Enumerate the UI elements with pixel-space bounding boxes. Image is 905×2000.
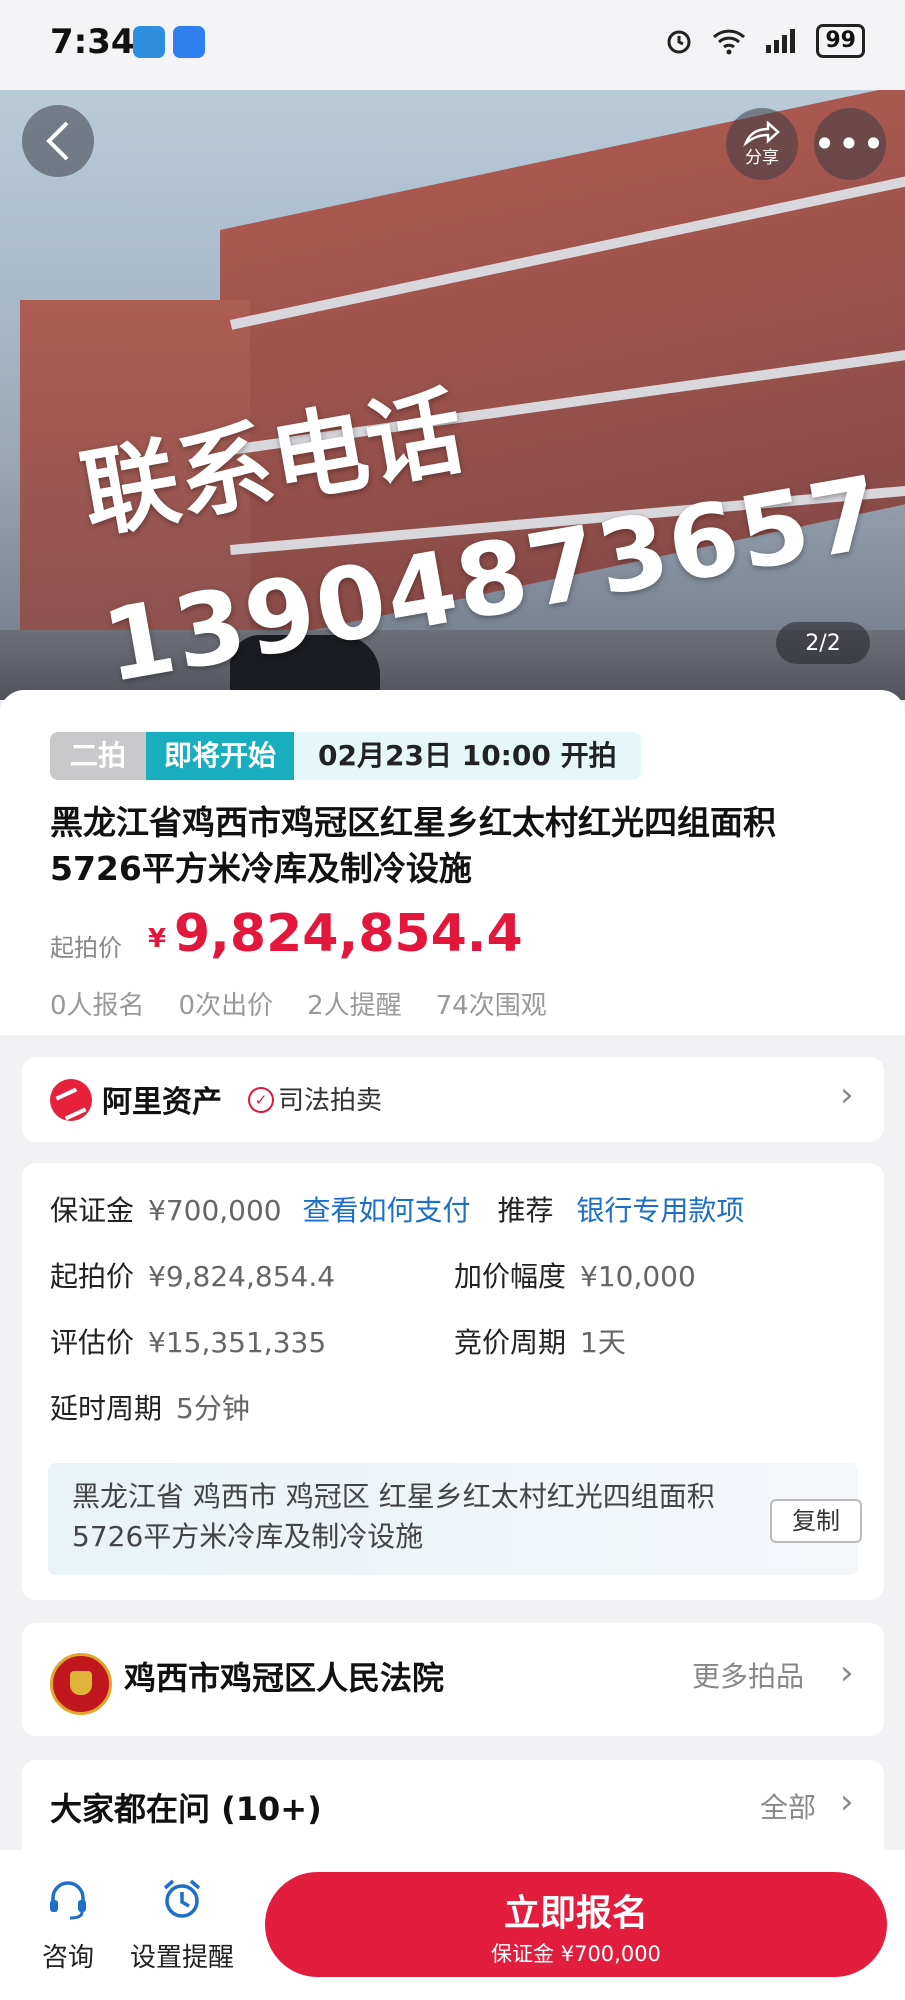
auction-title: 黑龙江省鸡西市鸡冠区红星乡红太村红光四组面积5726平方米冷库及制冷设施 xyxy=(50,803,776,888)
address-text: 黑龙江省 鸡西市 鸡冠区 红星乡红太村红光四组面积5726平方米冷库及制冷设施 xyxy=(72,1480,715,1553)
share-label: 分享 xyxy=(745,147,779,168)
questions-title: 大家都在问 (10+) xyxy=(50,1790,322,1828)
bid-period-row: 竞价周期 1天 xyxy=(454,1321,626,1361)
chevron-right-icon: › xyxy=(840,1075,854,1115)
back-button[interactable] xyxy=(22,105,94,177)
appraisal-value: ¥15,351,335 xyxy=(148,1326,327,1359)
all-questions-link[interactable]: 全部 xyxy=(760,1786,816,1826)
bid-period-value: 1天 xyxy=(580,1326,626,1359)
more-items-link[interactable]: 更多拍品 xyxy=(692,1655,804,1695)
deposit-value: ¥700,000 xyxy=(148,1194,282,1227)
platform-badge: 司法拍卖 xyxy=(278,1086,383,1116)
appraisal-label: 评估价 xyxy=(50,1326,135,1359)
alarm-clock-icon xyxy=(163,1879,201,1918)
stat-reminders: 2人提醒 xyxy=(307,991,402,1021)
status-icons: 99 xyxy=(664,24,865,58)
increment-label: 加价幅度 xyxy=(454,1260,567,1293)
chevron-left-icon xyxy=(46,121,69,161)
weather-app-icon xyxy=(173,26,205,58)
currency-symbol: ¥ xyxy=(148,924,167,954)
browser-app-icon xyxy=(133,26,165,58)
alarm-icon xyxy=(667,30,691,54)
deposit-label: 保证金 xyxy=(50,1194,135,1227)
set-reminder-button[interactable]: 设置提醒 xyxy=(130,1876,234,1974)
extension-row: 延时周期 5分钟 xyxy=(50,1387,250,1427)
wifi-icon xyxy=(713,29,746,55)
platform-card[interactable]: 阿里资产 ✓ 司法拍卖 › xyxy=(22,1057,884,1142)
recommend-label: 推荐 xyxy=(497,1194,554,1227)
headset-icon xyxy=(50,1881,86,1920)
stat-signups: 0人报名 xyxy=(50,991,145,1021)
register-now-label: 立即报名 xyxy=(503,1893,648,1934)
start-time: 02月23日 10:00 开拍 xyxy=(294,732,641,780)
status-tag: 即将开始 xyxy=(146,732,295,780)
chevron-right-icon: › xyxy=(840,1653,854,1693)
how-to-pay-link[interactable]: 查看如何支付 xyxy=(303,1194,471,1227)
ali-assets-logo-icon xyxy=(50,1079,92,1121)
more-button[interactable]: ••• xyxy=(813,108,887,180)
stat-views: 74次围观 xyxy=(435,991,547,1021)
reminder-label: 设置提醒 xyxy=(130,1943,235,1973)
court-name: 鸡西市鸡冠区人民法院 xyxy=(124,1659,445,1697)
copy-button[interactable]: 复制 xyxy=(770,1499,862,1543)
bank-payment-link[interactable]: 银行专用款项 xyxy=(576,1194,744,1227)
start-price-row: 起拍价 ¥9,824,854.4 xyxy=(50,1255,335,1295)
court-emblem-icon xyxy=(50,1653,112,1715)
share-button[interactable]: 分享 xyxy=(726,108,798,180)
battery-indicator: 99 xyxy=(816,24,865,58)
register-deposit-label: 保证金 ¥700,000 xyxy=(491,1942,661,1966)
start-price-detail-label: 起拍价 xyxy=(50,1260,135,1293)
address-box: 黑龙江省 鸡西市 鸡冠区 红星乡红太村红光四组面积5726平方米冷库及制冷设施 … xyxy=(48,1463,862,1575)
appraisal-row: 评估价 ¥15,351,335 xyxy=(50,1321,326,1361)
bid-period-label: 竞价周期 xyxy=(454,1326,567,1359)
start-price-value: 9,824,854.4 xyxy=(174,904,523,964)
check-circle-icon: ✓ xyxy=(248,1087,274,1113)
chevron-right-icon: › xyxy=(840,1782,854,1822)
image-counter: 2/2 xyxy=(776,622,870,664)
auction-details-card: 保证金 ¥700,000 查看如何支付 推荐 银行专用款项 起拍价 ¥9,824,8… xyxy=(22,1163,884,1600)
signal-icon xyxy=(766,29,796,53)
start-price-detail-value: ¥9,824,854.4 xyxy=(148,1260,336,1293)
start-price-label: 起拍价 xyxy=(50,934,122,962)
extension-label: 延时周期 xyxy=(50,1392,163,1425)
deposit-row: 保证金 ¥700,000 查看如何支付 推荐 银行专用款项 xyxy=(50,1189,744,1229)
increment-row: 加价幅度 ¥10,000 xyxy=(454,1255,696,1295)
property-photo[interactable]: 联系电话 13904873657 xyxy=(0,90,905,700)
consult-label: 咨询 xyxy=(42,1943,95,1973)
register-now-button[interactable]: 立即报名 保证金 ¥700,000 xyxy=(265,1872,887,1977)
auction-tags: 二拍 即将开始 02月23日 10:00 开拍 xyxy=(50,732,641,780)
court-card[interactable]: 鸡西市鸡冠区人民法院 更多拍品 › xyxy=(22,1623,884,1736)
status-bar: 7:34 99 xyxy=(0,0,905,90)
auction-stats: 0人报名 0次出价 2人提醒 74次围观 xyxy=(50,985,547,1022)
stat-bids: 0次出价 xyxy=(178,991,274,1021)
bottom-action-bar: 咨询 设置提醒 立即报名 保证金 ¥700,000 xyxy=(0,1850,905,2000)
platform-name: 阿里资产 xyxy=(102,1085,222,1120)
more-dots-icon: ••• xyxy=(813,122,887,166)
consult-button[interactable]: 咨询 xyxy=(42,1876,94,1974)
status-time: 7:34 xyxy=(50,22,135,62)
extension-value: 5分钟 xyxy=(176,1392,250,1425)
increment-value: ¥10,000 xyxy=(580,1260,696,1293)
round-tag: 二拍 xyxy=(50,732,147,780)
